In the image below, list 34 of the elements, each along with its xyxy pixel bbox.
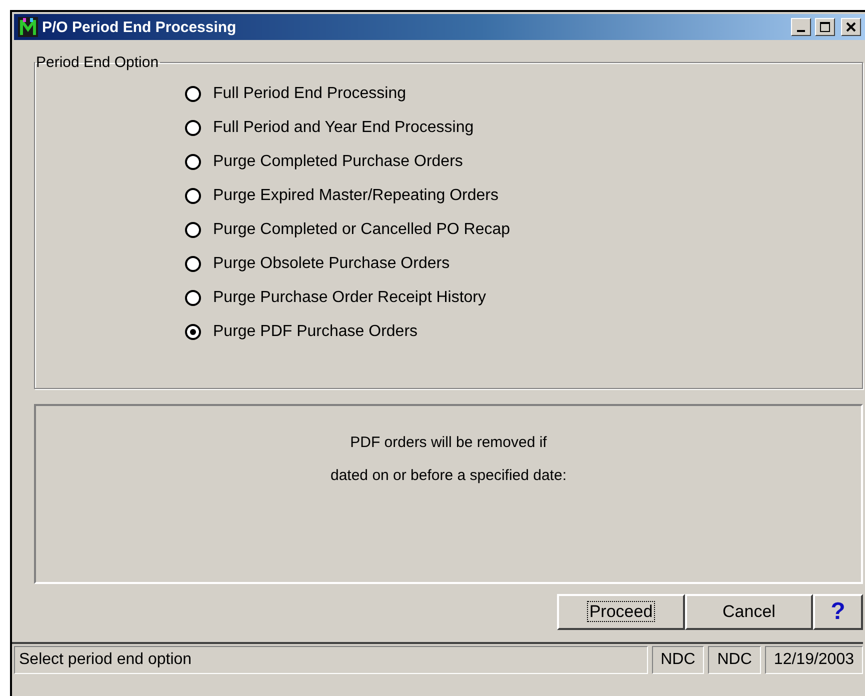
cancel-button[interactable]: Cancel: [685, 594, 813, 630]
radio-button[interactable]: [185, 154, 201, 170]
proceed-button[interactable]: Proceed: [557, 594, 685, 630]
message-text: dated on or before a specified date:: [330, 467, 566, 484]
maximize-icon: [820, 22, 830, 32]
radio-option[interactable]: Purge Expired Master/Repeating Orders: [185, 179, 862, 213]
close-icon: [846, 22, 856, 32]
maximize-button[interactable]: [815, 18, 835, 36]
minimize-button[interactable]: [791, 18, 811, 36]
radio-option[interactable]: Full Period and Year End Processing: [185, 111, 862, 145]
radio-option[interactable]: Purge Obsolete Purchase Orders: [185, 247, 862, 281]
status-panel: 12/19/2003: [764, 646, 863, 674]
status-panel: NDC: [652, 646, 704, 674]
close-button[interactable]: [841, 18, 861, 36]
radio-button[interactable]: [185, 86, 201, 102]
radio-button[interactable]: [185, 188, 201, 204]
radio-option[interactable]: Purge Completed or Cancelled PO Recap: [185, 213, 862, 247]
help-button[interactable]: ?: [813, 594, 863, 630]
radio-button[interactable]: [185, 324, 201, 340]
radio-option[interactable]: Purge Purchase Order Receipt History: [185, 281, 862, 315]
app-logo-icon: [18, 17, 38, 37]
minimize-icon: [797, 30, 805, 32]
group-label: Period End Option: [35, 54, 160, 71]
status-message: Select period end option: [14, 646, 648, 674]
radio-option[interactable]: Full Period End Processing: [185, 77, 862, 111]
radio-button[interactable]: [185, 290, 201, 306]
radio-button[interactable]: [185, 256, 201, 272]
radio-option[interactable]: Purge Completed Purchase Orders: [185, 145, 862, 179]
radio-button[interactable]: [185, 120, 201, 136]
radio-option[interactable]: Purge PDF Purchase Orders: [185, 315, 862, 349]
status-panel: NDC: [708, 646, 761, 674]
message-text: PDF orders will be removed if: [350, 434, 547, 451]
window-title: P/O Period End Processing: [42, 18, 238, 36]
radio-button[interactable]: [185, 222, 201, 238]
